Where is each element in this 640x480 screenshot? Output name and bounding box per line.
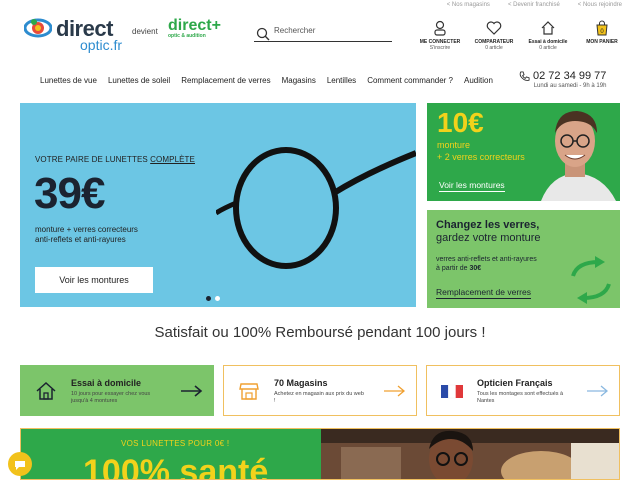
comparator-button[interactable]: COMPARATEUR 0 article	[468, 20, 520, 51]
home-trial-button[interactable]: Essai à domicile 0 article	[522, 20, 574, 51]
hero-price: 39€	[34, 169, 105, 218]
nav-hearing[interactable]: Audition	[464, 76, 493, 85]
banner-kicker: VOS LUNETTES POUR 0€ !	[121, 439, 230, 448]
phone-icon	[519, 71, 530, 81]
logo-text-optic: optic.fr	[80, 37, 123, 53]
nav-eyeglasses[interactable]: Lunettes de vue	[40, 76, 97, 85]
cart-icon: 0	[596, 20, 608, 36]
home-icon	[36, 381, 56, 400]
promo-10-euro[interactable]: 10€ monture + 2 verres correcteurs Voir …	[427, 103, 620, 201]
phone-block[interactable]: 02 72 34 99 77 Lundi au samedi - 9h à 19…	[519, 70, 606, 89]
french-optician-title: Opticien Français	[477, 378, 553, 388]
home-trial-title: Essai à domicile	[71, 378, 142, 388]
header-actions: ME CONNECTER S'inscrire COMPARATEUR 0 ar…	[414, 20, 630, 51]
directplus-logo[interactable]: direct+ optic & audition	[168, 17, 221, 39]
promo-lens-replacement[interactable]: Changez les verres, gardez votre monture…	[427, 210, 620, 308]
stores-card[interactable]: 70 Magasins Achetez en magasin aux prix …	[223, 365, 417, 416]
nav-contact-lenses[interactable]: Lentilles	[327, 76, 356, 85]
home-trial-desc: 10 jours pour essayer chez vous jusqu'à …	[71, 391, 151, 404]
login-sub: S'inscrire	[429, 45, 451, 51]
promo2-desc-price: 30€	[469, 265, 482, 272]
nav-stores[interactable]: Magasins	[282, 76, 316, 85]
promo2-desc-line2: à partir de 30€	[436, 264, 556, 273]
comparator-sub: 0 article	[485, 45, 503, 51]
hero-banner[interactable]: VOTRE PAIRE DE LUNETTES COMPLÈTE 39€ mon…	[20, 103, 416, 307]
family-photo-image	[321, 429, 619, 479]
promo2-lens-replacement-link[interactable]: Remplacement de verres	[436, 287, 531, 299]
glasses-image	[216, 147, 416, 269]
search-input[interactable]	[274, 26, 388, 35]
chat-icon	[15, 461, 25, 470]
swap-arrows-icon	[571, 256, 611, 304]
promo2-title-bold: Changez les verres,	[436, 219, 540, 231]
promo1-see-frames-link[interactable]: Voir les montures	[439, 180, 505, 192]
satisfaction-guarantee: Satisfait ou 100% Remboursé pendant 100 …	[154, 324, 486, 341]
carousel-dots	[206, 296, 220, 301]
chat-button[interactable]	[8, 452, 32, 476]
search-icon[interactable]	[256, 27, 270, 41]
hero-desc-line1: monture + verres correcteurs	[35, 225, 138, 234]
man-portrait-image	[531, 103, 620, 201]
devient-label: devient	[132, 27, 158, 36]
hero-kicker-text: VOTRE PAIRE DE LUNETTES	[35, 155, 148, 164]
banner-headline: 100% santé	[83, 453, 269, 480]
carousel-dot-1[interactable]	[206, 296, 211, 301]
phone-hours: Lundi au samedi - 9h à 19h	[533, 83, 607, 89]
login-button[interactable]: ME CONNECTER S'inscrire	[414, 20, 466, 51]
store-icon	[239, 383, 259, 400]
top-link-stores[interactable]: < Nos magasins	[447, 2, 490, 8]
hero-desc-line2: anti-reflets et anti-rayures	[35, 235, 126, 244]
hero-see-frames-button[interactable]: Voir les montures	[35, 267, 153, 293]
promo2-title: gardez votre monture	[436, 232, 541, 244]
promo2-description: verres anti-reflets et anti-rayures à pa…	[436, 255, 556, 273]
search-bar	[254, 24, 392, 42]
100-sante-banner[interactable]: VOS LUNETTES POUR 0€ ! 100% santé	[20, 428, 620, 480]
top-link-join[interactable]: < Nous rejoindre	[578, 2, 622, 8]
stores-title: 70 Magasins	[274, 378, 328, 388]
promo2-desc-prefix: à partir de	[436, 265, 470, 272]
phone-number: 02 72 34 99 77	[533, 70, 607, 82]
cart-button[interactable]: 0 MON PANIER	[576, 20, 628, 51]
french-optician-card[interactable]: Opticien Français Tous les montages sont…	[426, 365, 620, 416]
nav-sunglasses[interactable]: Lunettes de soleil	[108, 76, 170, 85]
home-trial-sub: 0 article	[539, 45, 557, 51]
promo2-desc-line1: verres anti-reflets et anti-rayures	[436, 256, 537, 263]
main-nav: Lunettes de vue Lunettes de soleil Rempl…	[40, 76, 504, 85]
stores-desc: Achetez en magasin aux prix du web !	[274, 391, 364, 404]
carousel-dot-2[interactable]	[215, 296, 220, 301]
french-flag-icon	[441, 384, 463, 399]
hero-kicker: VOTRE PAIRE DE LUNETTES COMPLÈTE	[35, 155, 195, 164]
nav-lens-replacement[interactable]: Remplacement de verres	[181, 76, 270, 85]
nav-how-to-order[interactable]: Comment commander ?	[367, 76, 453, 85]
hero-kicker-link[interactable]: COMPLÈTE	[150, 155, 195, 164]
top-links: < Nos magasins < Devenir franchisé < Nou…	[447, 2, 622, 8]
home-trial-card[interactable]: Essai à domicile 10 jours pour essayer c…	[20, 365, 214, 416]
arrow-right-icon	[587, 385, 609, 397]
home-icon	[541, 21, 555, 35]
promo1-line2: + 2 verres correcteurs	[437, 152, 525, 162]
logo-eye-icon	[24, 18, 52, 38]
french-optician-desc: Tous les montages sont effectués à Nante…	[477, 391, 564, 404]
promo1-price: 10€	[437, 107, 484, 138]
hero-description: monture + verres correcteurs anti-reflet…	[35, 225, 215, 245]
arrow-right-icon	[384, 385, 406, 397]
promo1-line1: monture	[437, 140, 471, 150]
arrow-right-icon	[181, 385, 203, 397]
heart-icon	[486, 21, 502, 35]
top-link-franchise[interactable]: < Devenir franchisé	[508, 2, 560, 8]
directoptic-logo[interactable]: direct optic.fr	[24, 12, 124, 53]
cart-label: MON PANIER	[586, 39, 618, 45]
user-icon	[434, 20, 446, 36]
